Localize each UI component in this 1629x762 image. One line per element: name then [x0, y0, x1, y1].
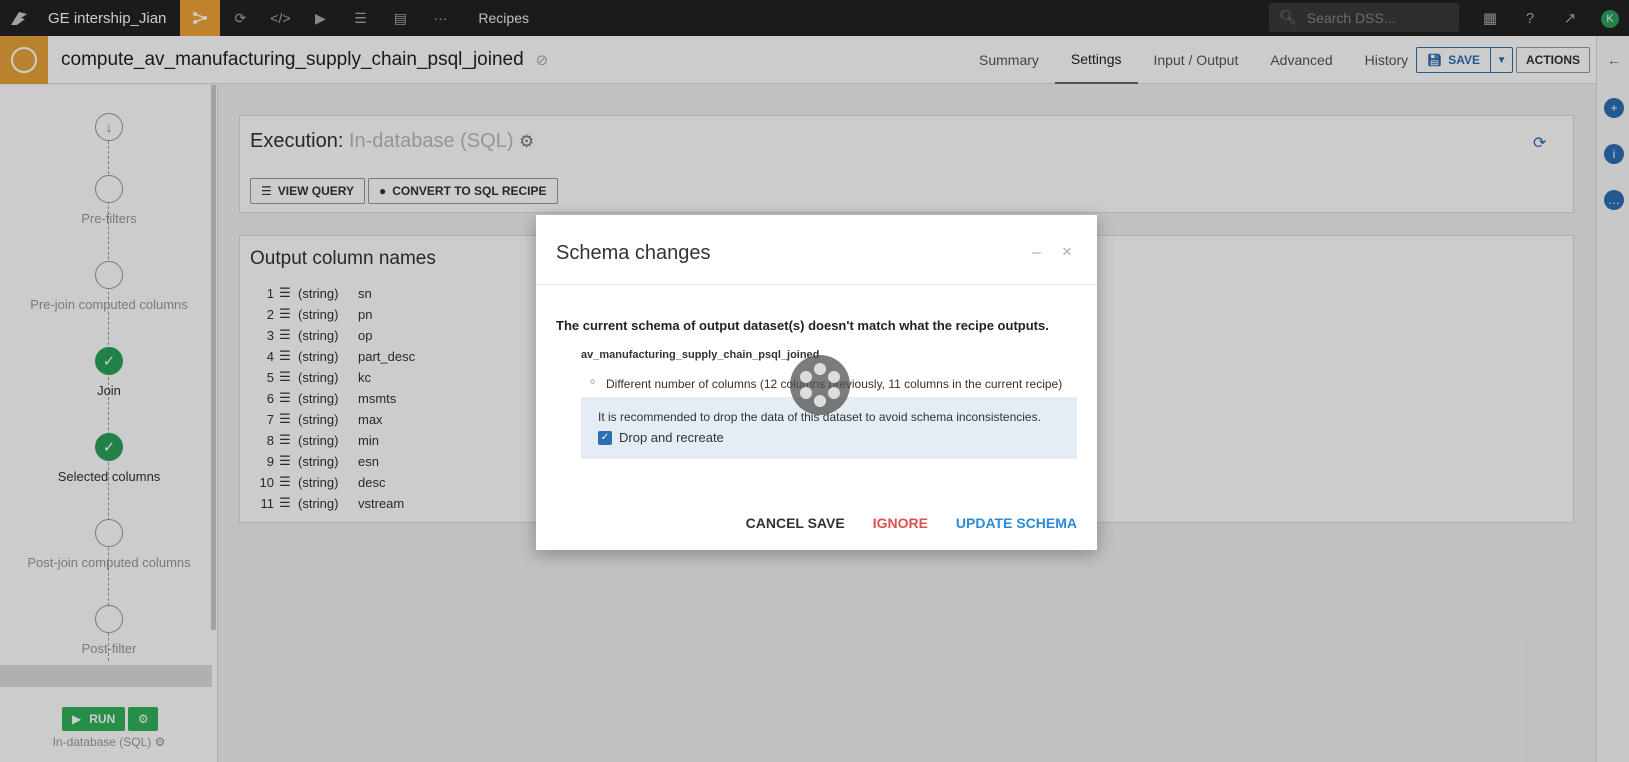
minimize-icon[interactable]: – [1032, 244, 1041, 262]
ignore-button[interactable]: IGNORE [873, 515, 928, 531]
drop-and-recreate-checkbox[interactable]: ✓ Drop and recreate [598, 430, 724, 445]
loading-spinner-icon [790, 355, 850, 415]
schema-mismatch-message: The current schema of output dataset(s) … [556, 318, 1049, 333]
update-schema-button[interactable]: UPDATE SCHEMA [956, 515, 1077, 531]
close-icon[interactable]: × [1062, 242, 1072, 262]
checkbox-checked-icon[interactable]: ✓ [598, 430, 612, 445]
cancel-save-button[interactable]: CANCEL SAVE [746, 515, 845, 531]
dataset-name: av_manufacturing_supply_chain_psql_joine… [581, 349, 820, 361]
modal-title: Schema changes [556, 242, 711, 264]
checkbox-label: Drop and recreate [619, 430, 724, 445]
